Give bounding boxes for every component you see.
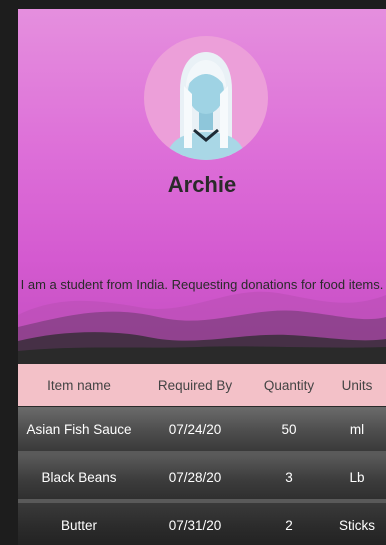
profile-card: Archie I am a student from India. Reques…	[18, 9, 386, 545]
cell-item-name: Black Beans	[41, 469, 117, 485]
cell-quantity: 50	[281, 421, 297, 437]
app-frame: Archie I am a student from India. Reques…	[0, 0, 386, 545]
cell-quantity: 2	[285, 517, 293, 533]
cell-item-name: Butter	[60, 517, 98, 533]
profile-name: Archie	[167, 172, 237, 197]
cell-required-by: 07/31/20	[168, 517, 222, 533]
cell-units: ml	[349, 421, 365, 437]
table-row[interactable]: Asian Fish Sauce 07/24/20 50 ml	[18, 407, 386, 451]
cell-units: Lb	[349, 469, 365, 485]
table-row[interactable]: Butter 07/31/20 2 Sticks	[18, 503, 386, 545]
profile-hero: Archie I am a student from India. Reques…	[18, 9, 386, 365]
cell-units: Sticks	[338, 517, 375, 533]
header-item-name: Item name	[47, 377, 111, 393]
header-units: Units	[341, 377, 373, 393]
profile-bio: I am a student from India. Requesting do…	[20, 277, 384, 292]
cell-required-by: 07/24/20	[168, 421, 222, 437]
header-quantity: Quantity	[263, 377, 315, 393]
hero-waves	[18, 291, 386, 365]
cell-item-name: Asian Fish Sauce	[26, 421, 132, 437]
table-row[interactable]: Black Beans 07/28/20 3 Lb	[18, 455, 386, 499]
table-header: Item name Required By Quantity Units	[18, 364, 386, 406]
avatar	[144, 36, 268, 160]
avatar-illustration-icon	[166, 52, 246, 160]
cell-required-by: 07/28/20	[168, 469, 222, 485]
cell-quantity: 3	[285, 469, 293, 485]
header-required-by: Required By	[157, 377, 233, 393]
